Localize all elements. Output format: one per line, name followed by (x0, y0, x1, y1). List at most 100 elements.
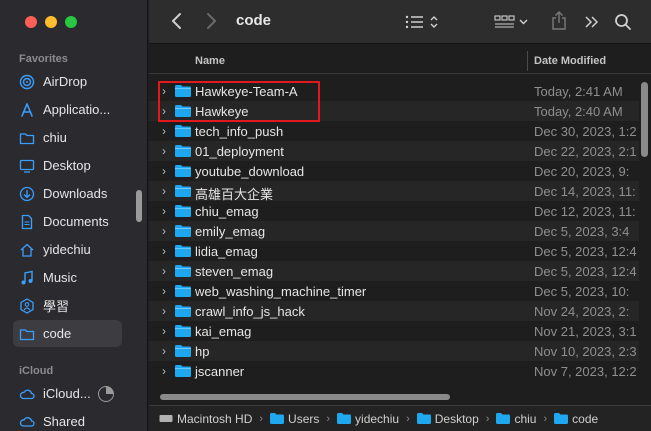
folder-icon (496, 413, 511, 424)
disclosure-chevron-icon[interactable]: › (162, 204, 172, 218)
vertical-scrollbar[interactable] (641, 82, 648, 157)
table-row[interactable]: › youtube_download Dec 20, 2023, 9: (149, 161, 639, 181)
column-name-header[interactable]: Name (195, 55, 225, 67)
sidebar-item-label: yidechiu (43, 242, 91, 257)
disclosure-chevron-icon[interactable]: › (162, 244, 172, 258)
file-date-modified: Dec 20, 2023, 9: (534, 164, 630, 179)
search-icon (615, 14, 631, 30)
table-row[interactable]: › hp Nov 10, 2023, 2:3 (149, 341, 639, 361)
breadcrumb-item[interactable]: Macintosh HD (159, 412, 252, 426)
file-date-modified: Nov 21, 2023, 3:1 (534, 324, 637, 339)
file-name: chiu_emag (195, 204, 259, 219)
search-button[interactable] (614, 13, 632, 31)
sidebar-item-yidechiu[interactable]: yidechiu (13, 236, 122, 263)
airdrop-icon (19, 74, 35, 90)
shared-icon (19, 414, 35, 430)
sidebar-item-music[interactable]: Music (13, 264, 122, 291)
sidebar: Favorites AirDrop Applicatio... chiu Des… (0, 0, 148, 431)
table-row[interactable]: › chiu_emag Dec 12, 2023, 11: (149, 201, 639, 221)
disclosure-chevron-icon[interactable]: › (162, 264, 172, 278)
table-row[interactable]: › crawl_info_js_hack Nov 24, 2023, 2: (149, 301, 639, 321)
sidebar-item-documents[interactable]: Documents (13, 208, 122, 235)
chevron-left-icon (171, 13, 181, 29)
folder-icon (175, 345, 191, 357)
file-date-modified: Nov 10, 2023, 2:3 (534, 344, 637, 359)
minimize-window-button[interactable] (45, 16, 57, 28)
breadcrumb-item[interactable]: chiu (496, 412, 536, 426)
sidebar-item-code[interactable]: code (13, 320, 122, 347)
breadcrumb-separator: › (406, 412, 410, 425)
sidebar-item-label: Shared (43, 414, 85, 429)
sidebar-item-shared[interactable]: Shared (13, 408, 122, 431)
disclosure-chevron-icon[interactable]: › (162, 344, 172, 358)
folder-icon (175, 325, 191, 337)
file-name: tech_info_push (195, 124, 284, 139)
sidebar-item-label: Music (43, 270, 77, 285)
disclosure-chevron-icon[interactable]: › (162, 364, 172, 378)
file-date-modified: Dec 14, 2023, 11: (534, 184, 636, 199)
table-row[interactable]: › kai_emag Nov 21, 2023, 3:1 (149, 321, 639, 341)
breadcrumb-separator: › (543, 412, 548, 425)
breadcrumb-item[interactable]: code (554, 412, 598, 426)
sidebar-item-label: iCloud... (43, 386, 91, 401)
folder-icon (270, 413, 285, 424)
file-date-modified: Dec 5, 2023, 3:4 (534, 224, 630, 239)
sidebar-item-label: Documents (43, 214, 109, 229)
file-name: kai_emag (195, 324, 252, 339)
double-chevron-icon (585, 16, 599, 28)
file-name: jscanner (195, 364, 245, 379)
disclosure-chevron-icon[interactable]: › (162, 164, 172, 178)
disclosure-chevron-icon[interactable]: › (162, 284, 172, 298)
shared-folder-icon (19, 297, 35, 314)
sidebar-scrollbar[interactable] (136, 190, 142, 222)
share-button[interactable] (551, 11, 567, 31)
sidebar-item-label: Downloads (43, 186, 108, 201)
disclosure-chevron-icon[interactable]: › (162, 124, 172, 138)
table-row[interactable]: › web_washing_machine_timer Dec 5, 2023, 1… (149, 281, 639, 301)
sidebar-item-study[interactable]: 學習 (13, 292, 122, 319)
table-row[interactable]: › emily_emag Dec 5, 2023, 3:4 (149, 221, 639, 241)
column-date-header[interactable]: Date Modified (534, 55, 606, 67)
sidebar-item-downloads[interactable]: Downloads (13, 180, 122, 207)
breadcrumb-label: Users (288, 411, 320, 426)
back-button[interactable] (171, 12, 183, 30)
breadcrumb-label: chiu (514, 411, 537, 426)
disclosure-chevron-icon[interactable]: › (162, 324, 172, 338)
sidebar-item-chiu[interactable]: chiu (13, 124, 122, 151)
table-row[interactable]: › tech_info_push Dec 30, 2023, 1:2 (149, 121, 639, 141)
forward-button[interactable] (205, 12, 217, 30)
sidebar-item-icloud-drive[interactable]: iCloud... (13, 380, 98, 407)
zoom-window-button[interactable] (65, 16, 77, 28)
disclosure-chevron-icon[interactable]: › (162, 144, 172, 158)
table-row[interactable]: › steven_emag Dec 5, 2023, 12:4 (149, 261, 639, 281)
share-icon (552, 11, 566, 30)
column-divider[interactable] (527, 51, 528, 71)
folder-icon (416, 413, 431, 424)
group-button[interactable] (494, 14, 530, 30)
disclosure-chevron-icon[interactable]: › (162, 304, 172, 318)
sidebar-item-airdrop[interactable]: AirDrop (13, 68, 122, 95)
table-row[interactable]: › 高雄百大企業 Dec 14, 2023, 11: (149, 181, 639, 202)
breadcrumb-separator: › (485, 412, 490, 425)
close-window-button[interactable] (25, 16, 37, 28)
window-title: code (236, 12, 272, 29)
path-bar: Macintosh HD › Users › yidechiu › Desktop › chiu… (149, 405, 651, 431)
view-options-button[interactable] (405, 14, 441, 30)
table-row[interactable]: › jscanner Nov 7, 2023, 12:2 (149, 361, 639, 381)
breadcrumb-label: code (572, 411, 599, 426)
sidebar-item-desktop[interactable]: Desktop (13, 152, 122, 179)
table-row[interactable]: › lidia_emag Dec 5, 2023, 12:4 (149, 241, 639, 261)
disclosure-chevron-icon[interactable]: › (162, 224, 172, 238)
file-date-modified: Dec 30, 2023, 1:2 (534, 124, 637, 139)
folder-icon (175, 285, 191, 297)
folder-icon (175, 365, 191, 377)
disclosure-chevron-icon[interactable]: › (162, 184, 172, 198)
more-toolbar-button[interactable] (584, 15, 600, 29)
folder-icon (175, 165, 191, 177)
sidebar-item-applications[interactable]: Applicatio... (13, 96, 122, 123)
table-row[interactable]: › 01_deployment Dec 22, 2023, 2:1 (149, 141, 639, 161)
horizontal-scrollbar[interactable] (160, 394, 450, 400)
breadcrumb-item[interactable]: yidechiu (337, 412, 399, 426)
breadcrumb-item[interactable]: Users (270, 412, 319, 426)
breadcrumb-item[interactable]: Desktop (416, 412, 479, 426)
